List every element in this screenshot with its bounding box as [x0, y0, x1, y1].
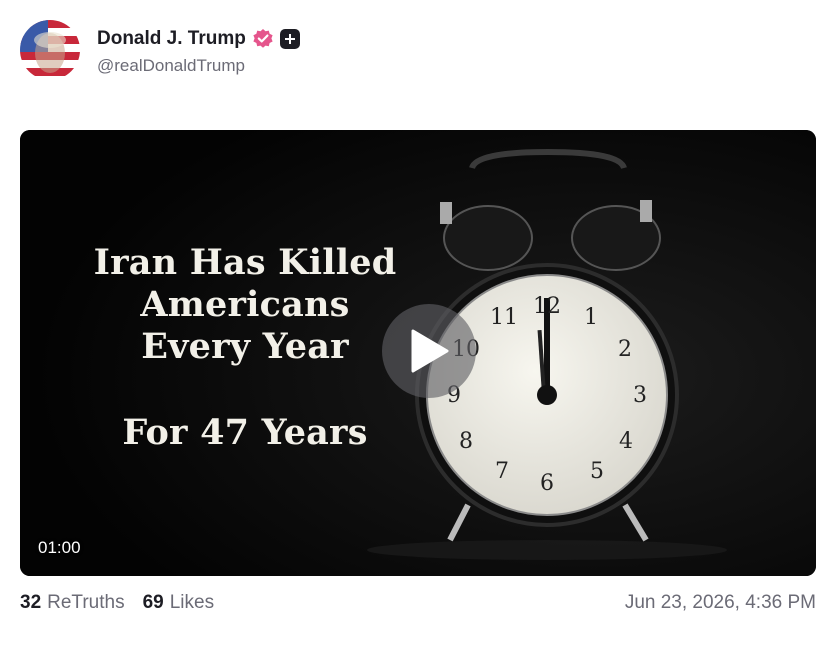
- play-button[interactable]: [382, 304, 476, 398]
- clock-numeral-1: 1: [584, 305, 598, 330]
- play-icon: [411, 329, 449, 373]
- video-duration: 01:00: [38, 538, 81, 557]
- clock-numeral-11: 11: [490, 305, 518, 330]
- verified-badge-icon: [252, 28, 274, 50]
- avatar[interactable]: [20, 20, 80, 80]
- clock-numeral-8: 8: [459, 429, 473, 454]
- overlay-tagline: For 47 Years: [122, 412, 368, 453]
- overlay-line: Iran Has Killed: [93, 242, 397, 283]
- clock-numeral-6: 6: [540, 471, 554, 496]
- author-handle[interactable]: @realDonaldTrump: [97, 56, 300, 76]
- video-overlay-text: Iran Has Killed Americans Every Year For…: [75, 242, 415, 454]
- retruths-stat[interactable]: 32 ReTruths: [20, 592, 125, 614]
- clock-numeral-4: 4: [619, 429, 633, 454]
- retruths-label: ReTruths: [47, 592, 125, 613]
- retruths-count: 32: [20, 592, 42, 613]
- post-timestamp[interactable]: Jun 23, 2026, 4:36 PM: [625, 592, 816, 614]
- likes-stat[interactable]: 69 Likes: [143, 592, 215, 614]
- clock-numeral-3: 3: [633, 383, 647, 408]
- post-footer: 32 ReTruths 69 Likes Jun 23, 2026, 4:36 …: [20, 592, 816, 620]
- clock-numeral-2: 2: [618, 337, 632, 362]
- overlay-line: Every Year: [141, 326, 349, 367]
- clock-numeral-12: 12: [533, 294, 561, 319]
- clock-numeral-5: 5: [590, 459, 604, 484]
- post-header: Donald J. Trump @realDonaldTrump: [20, 20, 820, 82]
- likes-label: Likes: [169, 592, 215, 613]
- overlay-line: Americans: [140, 284, 350, 325]
- plus-badge-icon: [279, 29, 300, 49]
- likes-count: 69: [142, 592, 164, 613]
- video-player[interactable]: 12 1 2 3 4 5 6 7 8 9 10 11 Iran Has Kill…: [20, 130, 816, 576]
- clock-numeral-7: 7: [495, 459, 509, 484]
- author-display-name[interactable]: Donald J. Trump: [97, 28, 246, 50]
